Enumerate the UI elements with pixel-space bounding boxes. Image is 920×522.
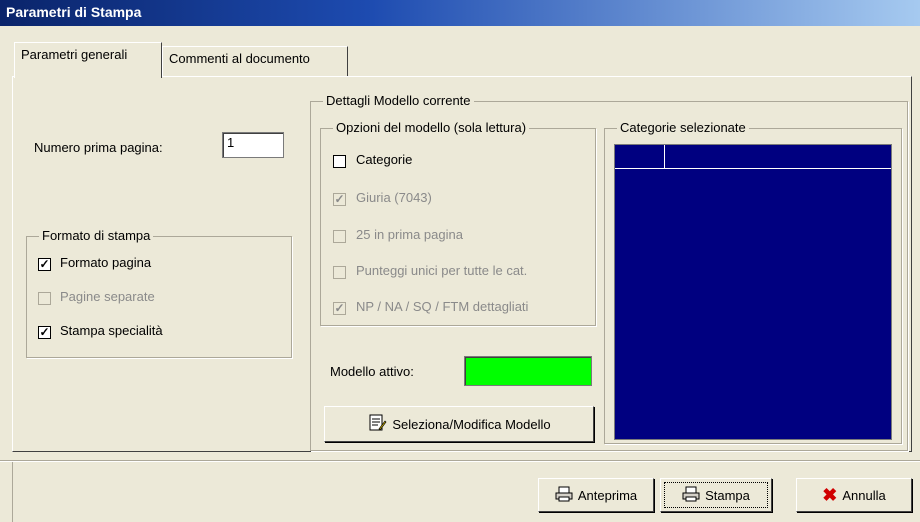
print-button[interactable]: Stampa — [660, 478, 772, 512]
selected-categories-title: Categorie selezionate — [617, 120, 749, 135]
giuria-option-label: Giuria (7043) — [356, 190, 432, 205]
list-header-column-2[interactable] — [665, 145, 891, 169]
categorie-option-label: Categorie — [356, 152, 413, 167]
print-label: Stampa — [705, 487, 750, 503]
window-title-bar: Parametri di Stampa — [0, 0, 920, 26]
punteggi-unici-checkbox[interactable] — [333, 266, 346, 279]
prima-pagina-checkbox[interactable] — [333, 230, 346, 243]
window-title: Parametri di Stampa — [6, 4, 142, 20]
pagine-separate-checkbox[interactable] — [38, 292, 51, 305]
formato-pagina-label: Formato pagina — [60, 255, 152, 270]
close-icon: ✖ — [822, 485, 838, 505]
preview-button[interactable]: Anteprima — [538, 478, 654, 512]
select-model-button[interactable]: Seleziona/Modifica Modello — [324, 406, 594, 442]
select-model-label: Seleziona/Modifica Modello — [392, 416, 551, 432]
formato-pagina-checkbox[interactable]: ✓ — [38, 258, 51, 271]
model-options-title: Opzioni del modello (sola lettura) — [333, 120, 530, 135]
stampa-specialita-label: Stampa specialità — [60, 323, 163, 338]
active-model-indicator — [464, 356, 592, 386]
print-format-title: Formato di stampa — [39, 228, 154, 243]
stampa-specialita-checkbox[interactable]: ✓ — [38, 326, 51, 339]
selected-categories-list[interactable] — [614, 144, 892, 440]
tab-commenti-documento[interactable]: Commenti al documento — [162, 46, 348, 76]
giuria-checkbox[interactable]: ✓ — [333, 193, 346, 206]
footer-separator — [0, 460, 920, 462]
document-edit-icon — [367, 413, 387, 436]
printer-icon — [555, 486, 573, 505]
np-na-sq-ftm-option-label: NP / NA / SQ / FTM dettagliati — [356, 299, 529, 314]
first-page-input[interactable]: 1 — [222, 132, 284, 158]
preview-label: Anteprima — [577, 487, 638, 503]
tab-parametri-generali[interactable]: Parametri generali — [14, 42, 162, 78]
list-header-column-1[interactable] — [615, 145, 665, 169]
cancel-label: Annulla — [842, 487, 886, 503]
pagine-separate-label: Pagine separate — [60, 289, 155, 304]
model-details-title: Dettagli Modello corrente — [323, 93, 474, 108]
cancel-button[interactable]: ✖ Annulla — [796, 478, 912, 512]
active-model-label: Modello attivo: — [330, 364, 414, 379]
footer-left-edge — [12, 462, 13, 522]
first-page-label: Numero prima pagina: — [34, 140, 163, 155]
prima-pagina-option-label: 25 in prima pagina — [356, 227, 463, 242]
punteggi-unici-option-label: Punteggi unici per tutte le cat. — [356, 263, 528, 278]
categorie-checkbox[interactable] — [333, 155, 346, 168]
printer-icon — [682, 486, 700, 505]
np-na-sq-ftm-checkbox[interactable]: ✓ — [333, 302, 346, 315]
